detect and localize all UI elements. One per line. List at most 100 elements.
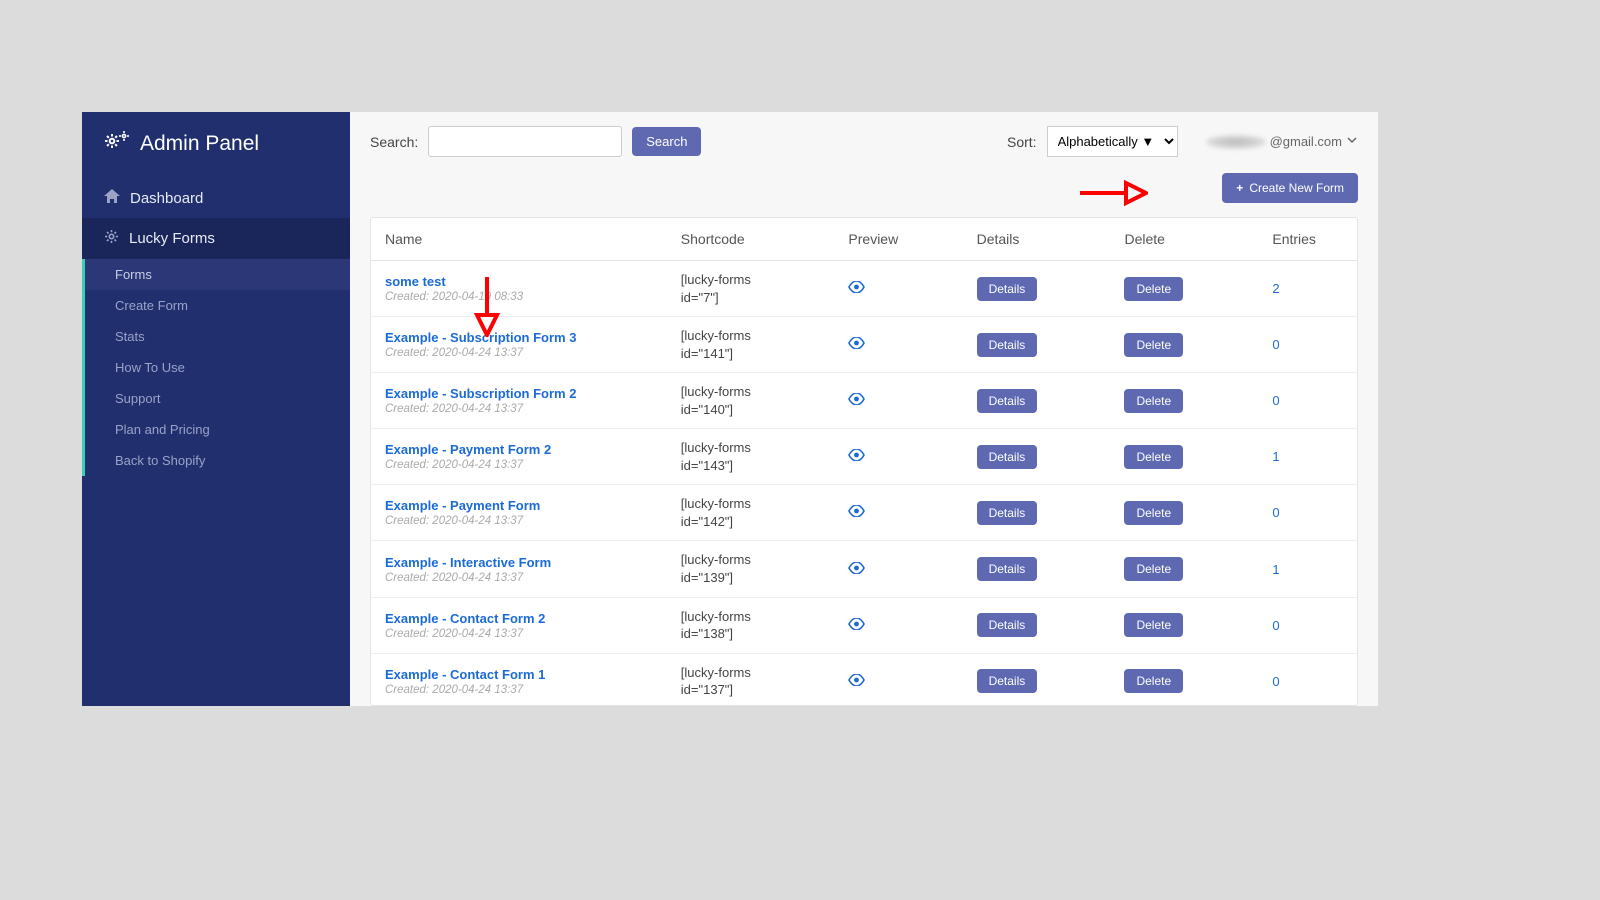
details-button[interactable]: Details bbox=[977, 669, 1038, 693]
entries-link[interactable]: 1 bbox=[1272, 449, 1279, 464]
subnav-item-back-to-shopify[interactable]: Back to Shopify bbox=[85, 445, 350, 476]
form-name-link[interactable]: Example - Contact Form 2 bbox=[385, 611, 653, 626]
entries-link[interactable]: 0 bbox=[1272, 393, 1279, 408]
shortcode-text: [lucky-formsid="7"] bbox=[667, 261, 835, 317]
form-created-text: Created: 2020-04-24 13:37 bbox=[385, 628, 653, 640]
user-email-text: @gmail.com bbox=[1270, 134, 1342, 149]
topbar: Search: Search Sort: Alphabetically ▼ @g… bbox=[350, 112, 1378, 167]
create-row: + Create New Form bbox=[350, 167, 1378, 217]
table-header-row: Name Shortcode Preview Details Delete En… bbox=[371, 218, 1357, 261]
forms-table: Name Shortcode Preview Details Delete En… bbox=[370, 217, 1358, 706]
details-button[interactable]: Details bbox=[977, 277, 1038, 301]
sidebar-item-lucky-forms[interactable]: Lucky Forms bbox=[82, 218, 350, 259]
form-name-link[interactable]: some test bbox=[385, 274, 653, 289]
entries-link[interactable]: 1 bbox=[1272, 562, 1279, 577]
entries-link[interactable]: 0 bbox=[1272, 505, 1279, 520]
delete-button[interactable]: Delete bbox=[1124, 389, 1183, 413]
shortcode-text: [lucky-formsid="137"] bbox=[667, 653, 835, 706]
delete-button[interactable]: Delete bbox=[1124, 445, 1183, 469]
details-button[interactable]: Details bbox=[977, 389, 1038, 413]
form-created-text: Created: 2020-04-19 08:33 bbox=[385, 291, 653, 303]
table-row: Example - Interactive Form Created: 2020-… bbox=[371, 541, 1357, 597]
form-created-text: Created: 2020-04-24 13:37 bbox=[385, 347, 653, 359]
eye-icon[interactable] bbox=[848, 673, 865, 690]
create-button-label: Create New Form bbox=[1249, 181, 1344, 195]
sidebar-subnav: Forms Create Form Stats How To Use Suppo… bbox=[82, 259, 350, 476]
eye-icon[interactable] bbox=[848, 561, 865, 578]
gears-icon bbox=[104, 130, 130, 158]
shortcode-text: [lucky-formsid="138"] bbox=[667, 597, 835, 653]
brand: Admin Panel bbox=[82, 112, 350, 178]
sidebar-item-label: Dashboard bbox=[130, 190, 203, 207]
plus-icon: + bbox=[1236, 181, 1243, 195]
eye-icon[interactable] bbox=[848, 336, 865, 353]
eye-icon[interactable] bbox=[848, 448, 865, 465]
delete-button[interactable]: Delete bbox=[1124, 557, 1183, 581]
subnav-item-forms[interactable]: Forms bbox=[85, 259, 350, 290]
subnav-item-plan-pricing[interactable]: Plan and Pricing bbox=[85, 414, 350, 445]
sort-select[interactable]: Alphabetically ▼ bbox=[1047, 126, 1178, 157]
col-entries: Entries bbox=[1258, 218, 1357, 261]
delete-button[interactable]: Delete bbox=[1124, 501, 1183, 525]
shortcode-text: [lucky-formsid="140"] bbox=[667, 373, 835, 429]
shortcode-text: [lucky-formsid="143"] bbox=[667, 429, 835, 485]
col-name: Name bbox=[371, 218, 667, 261]
subnav-item-how-to-use[interactable]: How To Use bbox=[85, 352, 350, 383]
chevron-down-icon bbox=[1346, 134, 1358, 149]
shortcode-text: [lucky-formsid="142"] bbox=[667, 485, 835, 541]
col-preview: Preview bbox=[834, 218, 962, 261]
details-button[interactable]: Details bbox=[977, 557, 1038, 581]
eye-icon[interactable] bbox=[848, 392, 865, 409]
col-shortcode: Shortcode bbox=[667, 218, 835, 261]
delete-button[interactable]: Delete bbox=[1124, 669, 1183, 693]
user-menu[interactable]: @gmail.com bbox=[1206, 134, 1358, 149]
subnav-item-create-form[interactable]: Create Form bbox=[85, 290, 350, 321]
form-created-text: Created: 2020-04-24 13:37 bbox=[385, 684, 653, 696]
subnav-item-support[interactable]: Support bbox=[85, 383, 350, 414]
form-name-link[interactable]: Example - Payment Form 2 bbox=[385, 442, 653, 457]
form-created-text: Created: 2020-04-24 13:37 bbox=[385, 572, 653, 584]
form-name-link[interactable]: Example - Subscription Form 3 bbox=[385, 330, 653, 345]
create-new-form-button[interactable]: + Create New Form bbox=[1222, 173, 1358, 203]
table-row: some test Created: 2020-04-19 08:33 [lucky… bbox=[371, 261, 1357, 317]
annotation-arrow-right-icon bbox=[1078, 179, 1148, 207]
home-icon bbox=[104, 189, 120, 207]
subnav-item-stats[interactable]: Stats bbox=[85, 321, 350, 352]
table-row: Example - Payment Form 2 Created: 2020-04… bbox=[371, 429, 1357, 485]
table-row: Example - Payment FormCreated: 2020-04-2… bbox=[371, 485, 1357, 541]
shortcode-text: [lucky-formsid="141"] bbox=[667, 317, 835, 373]
details-button[interactable]: Details bbox=[977, 445, 1038, 469]
table-row: Example - Subscription Form 2 Created: 20… bbox=[371, 373, 1357, 429]
sort-label: Sort: bbox=[1007, 134, 1037, 150]
form-name-link[interactable]: Example - Contact Form 1 bbox=[385, 667, 653, 682]
entries-link[interactable]: 0 bbox=[1272, 337, 1279, 352]
delete-button[interactable]: Delete bbox=[1124, 277, 1183, 301]
table-row: Example - Contact Form 2 Created: 2020-04… bbox=[371, 597, 1357, 653]
eye-icon[interactable] bbox=[848, 504, 865, 521]
form-name-link[interactable]: Example - Subscription Form 2 bbox=[385, 386, 653, 401]
eye-icon[interactable] bbox=[848, 617, 865, 634]
brand-title: Admin Panel bbox=[140, 132, 259, 156]
search-button[interactable]: Search bbox=[632, 127, 701, 156]
search-input[interactable] bbox=[428, 126, 622, 157]
entries-link[interactable]: 0 bbox=[1272, 674, 1279, 689]
app-window: Admin Panel Dashboard Lucky Forms Forms bbox=[82, 112, 1378, 706]
table-row: Example - Contact Form 1 Created: 2020-04… bbox=[371, 653, 1357, 706]
form-name-link[interactable]: Example - Payment Form bbox=[385, 498, 653, 513]
details-button[interactable]: Details bbox=[977, 613, 1038, 637]
search-label: Search: bbox=[370, 134, 418, 150]
entries-link[interactable]: 2 bbox=[1272, 281, 1279, 296]
form-created-text: Created: 2020-04-24 13:37 bbox=[385, 403, 653, 415]
entries-link[interactable]: 0 bbox=[1272, 618, 1279, 633]
main-content: Search: Search Sort: Alphabetically ▼ @g… bbox=[350, 112, 1378, 706]
shortcode-text: [lucky-formsid="139"] bbox=[667, 541, 835, 597]
sidebar: Admin Panel Dashboard Lucky Forms Forms bbox=[82, 112, 350, 706]
eye-icon[interactable] bbox=[848, 280, 865, 297]
form-name-link[interactable]: Example - Interactive Form bbox=[385, 555, 653, 570]
details-button[interactable]: Details bbox=[977, 501, 1038, 525]
details-button[interactable]: Details bbox=[977, 333, 1038, 357]
delete-button[interactable]: Delete bbox=[1124, 613, 1183, 637]
delete-button[interactable]: Delete bbox=[1124, 333, 1183, 357]
sidebar-item-dashboard[interactable]: Dashboard bbox=[82, 178, 350, 218]
form-created-text: Created: 2020-04-24 13:37 bbox=[385, 459, 653, 471]
